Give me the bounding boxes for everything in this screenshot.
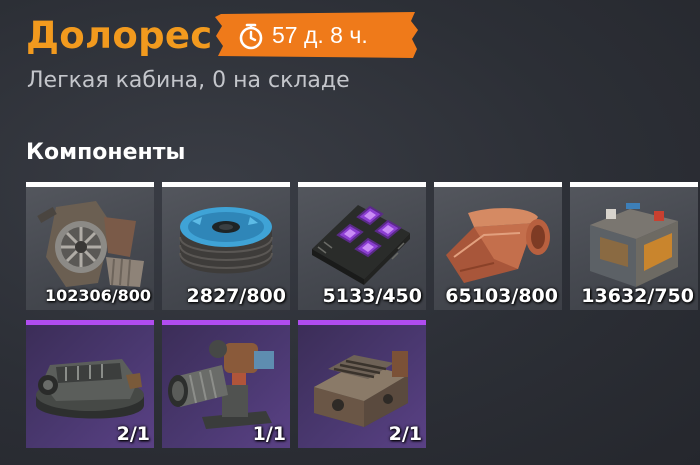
component-count: 65103/800 [445, 285, 558, 307]
component-count: 13632/750 [581, 285, 694, 307]
component-tile-scrap[interactable]: 102306/800 [26, 182, 154, 310]
component-tile-engine-part[interactable]: 2/1 [26, 320, 154, 448]
component-tile-battery[interactable]: 13632/750 [570, 182, 698, 310]
component-tile-wire[interactable]: 2827/800 [162, 182, 290, 310]
component-count: 2827/800 [186, 285, 286, 307]
component-tile-turbine-part[interactable]: 1/1 [162, 320, 290, 448]
component-count: 2/1 [388, 423, 422, 445]
component-count: 1/1 [252, 423, 286, 445]
craft-subtitle: Легкая кабина, 0 на складе [27, 68, 350, 93]
component-count: 2/1 [116, 423, 150, 445]
component-count: 5133/450 [322, 285, 422, 307]
component-tile-electronics[interactable]: 5133/450 [298, 182, 426, 310]
stopwatch-icon [239, 23, 263, 50]
components-heading: Компоненты [26, 140, 186, 165]
timer-badge: 57 д. 8 ч. [215, 12, 420, 58]
timer-text: 57 д. 8 ч. [272, 22, 368, 48]
component-tile-engine-block[interactable]: 2/1 [298, 320, 426, 448]
component-count: 102306/800 [44, 286, 151, 305]
component-tile-copper[interactable]: 65103/800 [434, 182, 562, 310]
craft-title: Долорес [26, 14, 213, 57]
